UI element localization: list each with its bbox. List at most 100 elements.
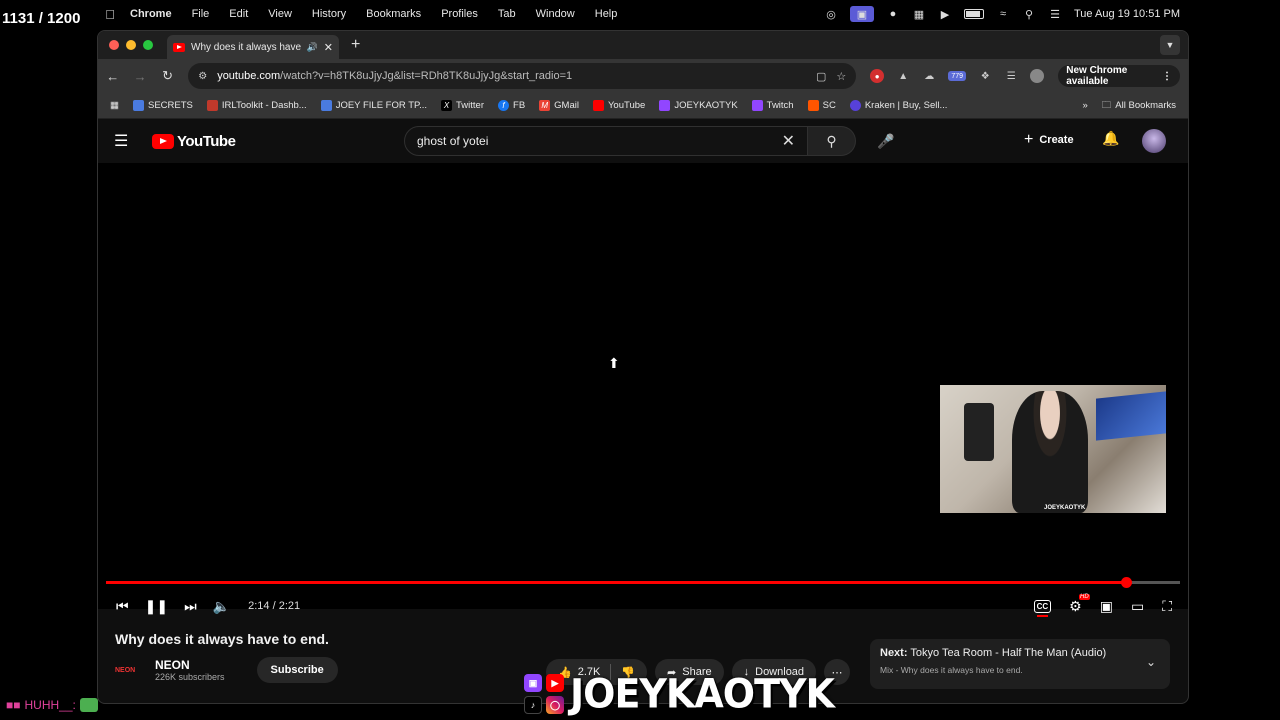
search-icon: ⚲ — [826, 132, 837, 149]
menu-history[interactable]: History — [302, 8, 356, 20]
bookmark-item[interactable]: SECRETS — [132, 100, 193, 111]
bookmark-item[interactable]: M GMail — [539, 100, 579, 111]
facebook-icon: f — [498, 100, 510, 111]
spotlight-search-icon[interactable]: ⚲ — [1022, 8, 1036, 21]
volume-icon[interactable]: 🔈 — [213, 598, 230, 615]
menu-bookmarks[interactable]: Bookmarks — [356, 8, 431, 20]
menu-tab[interactable]: Tab — [488, 8, 526, 20]
chevron-down-icon[interactable]: ⌄ — [1146, 655, 1156, 669]
previous-icon[interactable]: ⏮ — [116, 598, 129, 615]
new-chrome-label: New Chrome available — [1066, 65, 1128, 87]
hanging-jacket — [964, 403, 994, 461]
youtube-logo[interactable]: YouTube — [152, 133, 236, 150]
mac-menu-bar:  Chrome File Edit View History Bookmark… — [96, 0, 1190, 28]
extension-badge[interactable]: 779 — [948, 71, 967, 81]
site-info-icon[interactable]: ⚙ — [198, 71, 207, 82]
miniplayer-icon[interactable]: ▣ — [1100, 598, 1113, 615]
bookmark-item[interactable]: JOEYKAOTYK — [659, 100, 738, 111]
menu-icon[interactable]: ☰ — [114, 131, 136, 151]
next-icon[interactable]: ⏭ — [184, 598, 197, 615]
new-tab-button[interactable]: + — [351, 36, 360, 54]
up-next-card[interactable]: Next: Tokyo Tea Room - Half The Man (Aud… — [870, 639, 1170, 689]
extension-icon[interactable]: ▲ — [896, 69, 910, 83]
bookmark-item[interactable]: IRLToolkit - Dashb... — [206, 100, 307, 111]
address-bar[interactable]: ⚙ youtube.com/watch?v=h8TK8uJjyJg&list=R… — [188, 63, 857, 89]
recording-extension-icon[interactable]: ● — [870, 69, 885, 83]
cloud-extension-icon[interactable]: ☁ — [922, 69, 936, 83]
bookmark-item[interactable]: JOEY FILE FOR TP... — [320, 100, 427, 111]
chat-icon[interactable]: ● — [886, 8, 900, 20]
fullscreen-icon[interactable]: ⛶ — [1162, 598, 1172, 615]
youtube-play-icon — [152, 133, 174, 149]
gmail-icon: M — [539, 100, 551, 111]
subscriber-count: 226K subscribers — [155, 672, 225, 682]
search-button[interactable]: ⚲ — [808, 126, 856, 156]
menubar-status-area: ◎ ▣ ● ▦ ▶ ≈ ⚲ ☰ Tue Aug 19 10:51 PM — [824, 6, 1190, 22]
apps-grid-icon[interactable]: ▦ — [110, 100, 119, 111]
all-bookmarks-folder[interactable]: 🗀 All Bookmarks — [1102, 98, 1176, 114]
screen-share-icon[interactable]: ▣ — [850, 6, 874, 22]
video-player[interactable]: ⬆ JOEYKAOTYK — [98, 163, 1188, 609]
menu-app-name[interactable]: Chrome — [120, 8, 182, 20]
menu-view[interactable]: View — [258, 8, 302, 20]
channel-name[interactable]: NEON — [155, 658, 225, 672]
menu-edit[interactable]: Edit — [219, 8, 258, 20]
video-progress-bar[interactable] — [106, 577, 1180, 588]
create-button[interactable]: + Create — [1024, 131, 1074, 149]
menu-profiles[interactable]: Profiles — [431, 8, 488, 20]
up-next-title: Next: Tokyo Tea Room - Half The Man (Aud… — [880, 647, 1107, 659]
time-display: 2:14 / 2:21 — [248, 600, 301, 612]
wifi-icon[interactable]: ≈ — [996, 8, 1010, 20]
channel-avatar[interactable]: NEON — [115, 660, 145, 680]
apple-icon[interactable]:  — [100, 7, 120, 22]
media-controls-icon[interactable]: ☰ — [1004, 69, 1018, 83]
menu-window[interactable]: Window — [526, 8, 585, 20]
account-avatar[interactable] — [1142, 129, 1166, 153]
menu-file[interactable]: File — [182, 8, 220, 20]
globe-icon[interactable]: ◎ — [824, 8, 838, 21]
maximize-window-button[interactable] — [143, 40, 153, 50]
more-bookmarks-chevron-icon[interactable]: » — [1082, 100, 1087, 111]
profile-avatar[interactable] — [1030, 69, 1045, 83]
reload-button[interactable]: ↻ — [161, 68, 174, 84]
forward-button[interactable]: → — [133, 69, 147, 84]
tab-search-chevron-icon[interactable]: ▼ — [1160, 35, 1180, 55]
minimize-window-button[interactable] — [126, 40, 136, 50]
subtitles-cc-icon[interactable]: CC — [1033, 599, 1052, 617]
back-button[interactable]: ← — [106, 69, 119, 84]
settings-gear-icon[interactable]: ⚙ HD — [1069, 593, 1090, 615]
search-input[interactable]: ghost of yotei ✕ — [404, 126, 808, 156]
bookmark-item[interactable]: X Twitter — [441, 100, 484, 111]
play-icon[interactable]: ▶ — [938, 8, 952, 21]
puzzle-extensions-icon[interactable]: ❖ — [978, 69, 992, 83]
bookmark-item[interactable]: SC — [807, 100, 836, 111]
bookmark-item[interactable]: f FB — [498, 100, 525, 111]
subscribe-button[interactable]: Subscribe — [256, 657, 338, 683]
close-window-button[interactable] — [109, 40, 119, 50]
bookmark-item[interactable]: Kraken | Buy, Sell... — [849, 100, 947, 111]
tab-youtube[interactable]: Why does it always have t 🔊 ✕ — [167, 35, 339, 59]
close-tab-icon[interactable]: ✕ — [324, 41, 333, 54]
menu-help[interactable]: Help — [585, 8, 628, 20]
clear-search-icon[interactable]: ✕ — [782, 131, 795, 151]
speaker-icon[interactable]: 🔊 — [307, 42, 318, 53]
install-app-icon[interactable]: ▢ — [816, 70, 826, 83]
bookmark-item[interactable]: Twitch — [751, 100, 794, 111]
new-chrome-available-button[interactable]: New Chrome available ⋮ — [1058, 65, 1180, 87]
theater-mode-icon[interactable]: ▭ — [1131, 598, 1144, 615]
notifications-bell-icon[interactable]: 🔔 — [1102, 130, 1119, 147]
more-vert-icon: ⋮ — [1162, 70, 1172, 82]
search-query[interactable]: ghost of yotei — [417, 134, 782, 148]
bookmark-star-icon[interactable]: ☆ — [836, 70, 846, 83]
irl-icon — [206, 100, 218, 111]
pause-icon[interactable]: ❚❚ — [145, 598, 168, 615]
bookmark-item[interactable]: YouTube — [592, 100, 645, 111]
keyboard-icon[interactable]: ▦ — [912, 8, 926, 21]
progress-fill — [106, 581, 1127, 584]
battery-icon[interactable] — [964, 9, 984, 19]
menubar-clock[interactable]: Tue Aug 19 10:51 PM — [1074, 8, 1180, 20]
control-center-icon[interactable]: ☰ — [1048, 8, 1062, 21]
url-text[interactable]: youtube.com/watch?v=h8TK8uJjyJg&list=RDh… — [217, 70, 806, 82]
voice-search-mic-icon[interactable]: 🎤 — [874, 129, 898, 153]
bookmarks-right: » 🗀 All Bookmarks — [1082, 98, 1176, 114]
